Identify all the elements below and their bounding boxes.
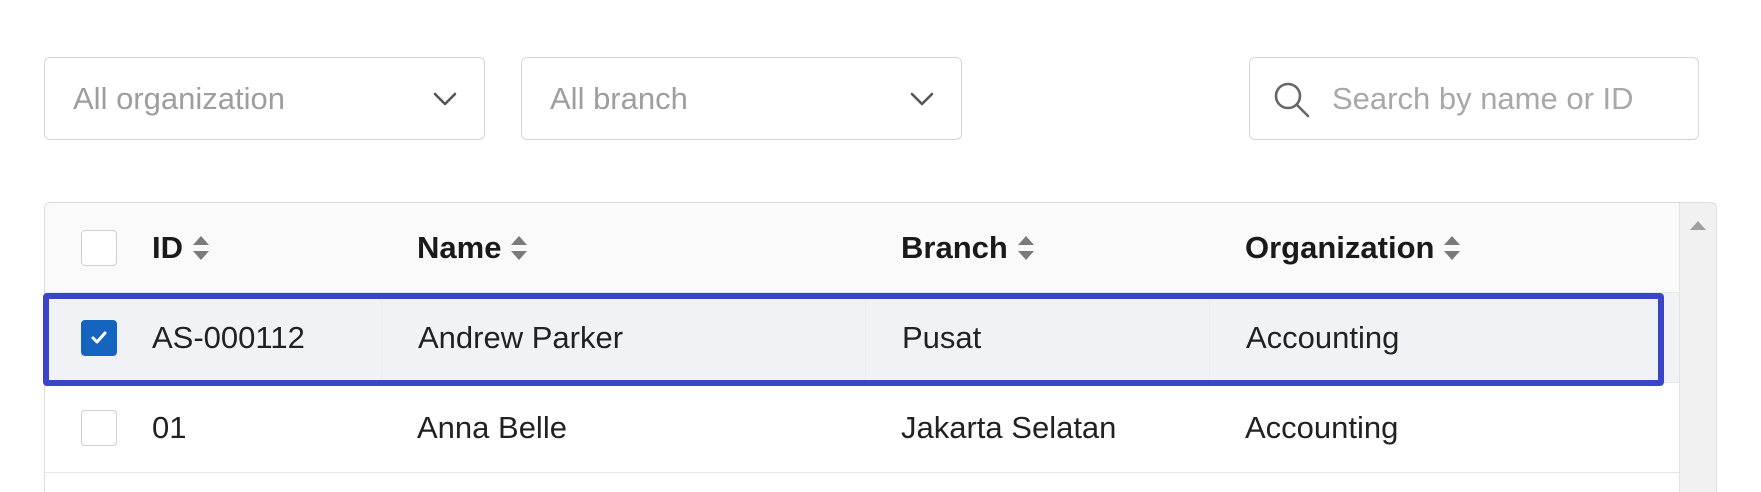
cell-id: AS-000112 — [152, 320, 305, 355]
search-input[interactable] — [1332, 70, 1682, 128]
column-header-branch-label: Branch — [901, 230, 1008, 265]
column-header-id-label: ID — [152, 230, 183, 265]
cell-branch: Jakarta Selatan — [901, 410, 1117, 445]
column-header-organization[interactable]: Organization — [1209, 203, 1681, 293]
cell-organization: Accounting — [1245, 410, 1399, 445]
search-icon — [1274, 82, 1310, 118]
scroll-up-arrow-icon[interactable] — [1689, 219, 1707, 231]
branch-dropdown-placeholder: All branch — [550, 80, 688, 116]
row-checkbox[interactable] — [81, 320, 117, 356]
column-header-id[interactable]: ID — [152, 203, 392, 293]
cell-name: Anna Belle — [417, 410, 567, 445]
cell-branch: Pusat — [865, 293, 1215, 383]
check-icon — [91, 331, 107, 344]
cell-organization: Accounting — [1209, 293, 1681, 383]
column-header-name-label: Name — [417, 230, 502, 265]
cell-id: 01 — [152, 410, 187, 445]
table-row[interactable]: AS-000112 Andrew Parker Pusat Accounting — [45, 293, 1681, 383]
column-header-name[interactable]: Name — [381, 203, 871, 293]
employee-table: ID Name Branch Organization AS-000112 An… — [44, 202, 1717, 492]
column-header-organization-label: Organization — [1245, 230, 1435, 265]
header-checkbox-cell — [81, 203, 117, 293]
sort-icon[interactable] — [509, 233, 529, 263]
filter-bar: All organization All branch — [0, 0, 1761, 160]
branch-dropdown[interactable]: All branch — [521, 57, 962, 140]
sort-icon[interactable] — [1442, 233, 1462, 263]
organization-dropdown[interactable]: All organization — [44, 57, 485, 140]
sort-icon[interactable] — [1016, 233, 1036, 263]
row-checkbox-cell — [81, 293, 117, 383]
row-checkbox[interactable] — [81, 410, 117, 446]
search-box — [1249, 57, 1699, 140]
chevron-down-icon — [433, 92, 457, 105]
vertical-scrollbar[interactable] — [1679, 203, 1716, 492]
cell-name: Andrew Parker — [381, 293, 871, 383]
column-header-branch[interactable]: Branch — [865, 203, 1215, 293]
sort-icon[interactable] — [191, 233, 211, 263]
select-all-checkbox[interactable] — [81, 230, 117, 266]
table-row[interactable]: 01 Anna Belle Jakarta Selatan Accounting — [45, 383, 1681, 473]
table-header: ID Name Branch Organization — [45, 203, 1681, 293]
organization-dropdown-placeholder: All organization — [73, 80, 285, 116]
row-checkbox-cell — [81, 383, 117, 473]
chevron-down-icon — [910, 92, 934, 105]
